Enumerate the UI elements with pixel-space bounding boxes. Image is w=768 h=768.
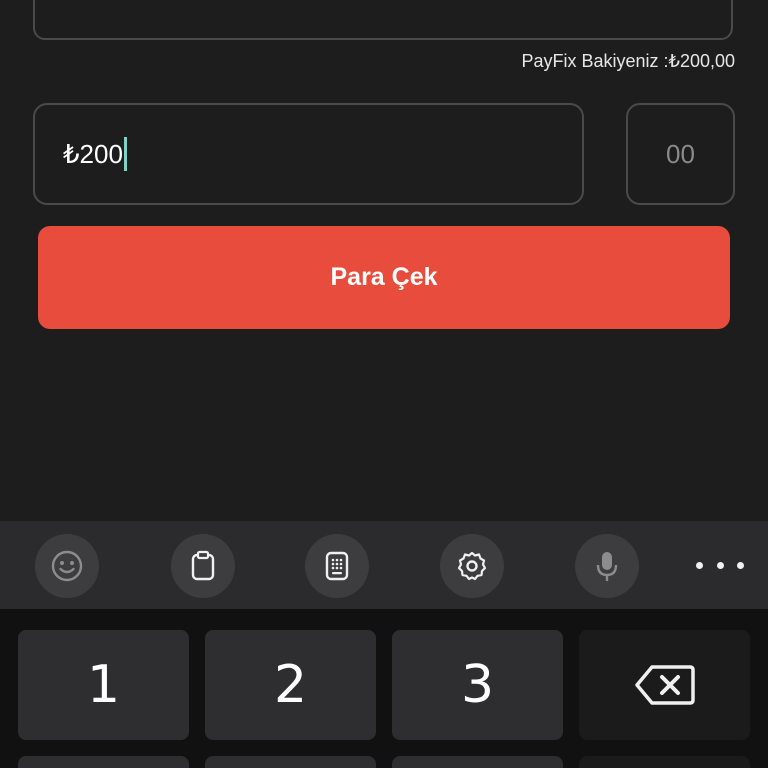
key-5[interactable] [205,756,376,768]
key-1[interactable]: 1 [18,630,189,740]
previous-field[interactable] [33,0,733,40]
amount-input[interactable]: ₺200 [33,103,584,205]
payfix-balance-text: PayFix Bakiyeniz :₺200,00 [521,51,735,71]
withdraw-button[interactable]: Para Çek [38,226,730,329]
microphone-icon[interactable] [575,534,639,598]
backspace-key[interactable] [579,630,750,740]
more-icon[interactable] [696,557,744,573]
more-dot [716,561,724,569]
key-6[interactable] [392,756,563,768]
keyboard-toolbar [0,521,768,609]
key-function[interactable] [579,756,750,768]
withdraw-screen: PayFix Bakiyeniz :₺200,00 ₺200 00 Para Ç… [0,0,768,768]
cents-value: 00 [666,138,695,169]
backspace-icon [634,665,695,705]
emoji-icon[interactable] [35,534,99,598]
key-4[interactable] [18,756,189,768]
text-caret [123,137,127,171]
clipboard-icon[interactable] [171,534,235,598]
amount-value: ₺200 [63,138,123,169]
keyboard-layout-icon[interactable] [305,534,369,598]
settings-icon[interactable] [440,534,504,598]
more-dot [696,561,703,569]
more-dot [737,561,744,569]
key-2[interactable]: 2 [205,630,376,740]
key-3[interactable]: 3 [392,630,563,740]
numeric-keyboard: 1 2 3 [0,609,768,768]
cents-input[interactable]: 00 [626,103,735,205]
